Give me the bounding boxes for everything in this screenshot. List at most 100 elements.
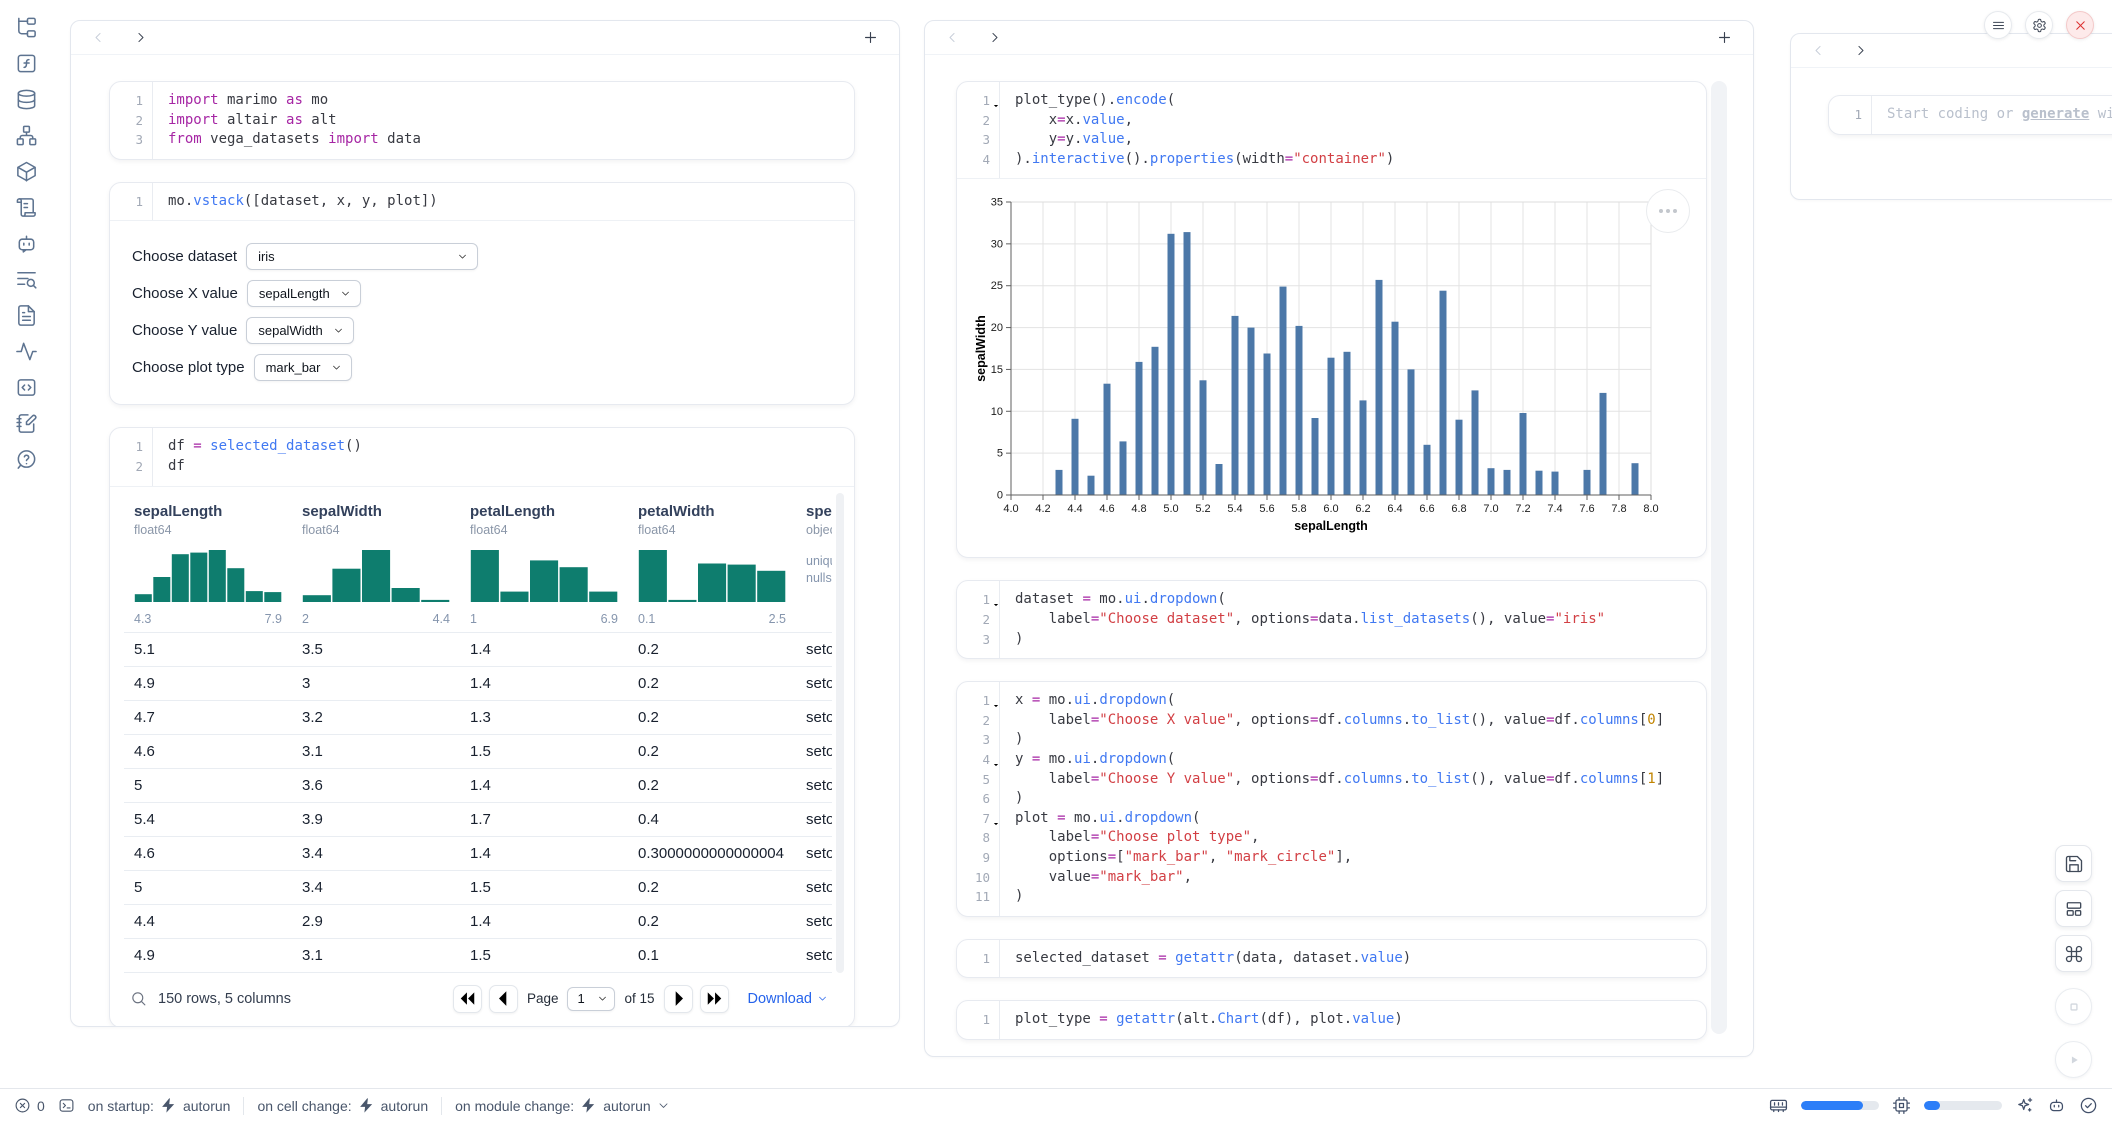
sidebar-tracing-button[interactable] xyxy=(15,340,38,363)
code-line: label="Choose X value", options=df.colum… xyxy=(999,711,1706,731)
column-name: petalWidth xyxy=(638,503,786,520)
generate-with-ai-link[interactable]: generate xyxy=(2022,106,2089,122)
sidebar-function-square-button[interactable] xyxy=(15,52,38,75)
sidebar-log-search-button[interactable] xyxy=(15,268,38,291)
choose-y-value-select[interactable]: sepalWidth xyxy=(246,317,353,344)
close-button[interactable] xyxy=(2066,11,2094,39)
save-button[interactable] xyxy=(2055,845,2092,882)
setting-value: autorun xyxy=(183,1098,230,1114)
copilot-button[interactable] xyxy=(2047,1096,2066,1115)
table-cell: 1.5 xyxy=(460,879,628,896)
sidebar-file-tree-button[interactable] xyxy=(15,16,38,39)
code-editor[interactable]: 1import marimo as mo2import altair as al… xyxy=(110,82,854,159)
runtime-setting-2[interactable]: on cell change:autorun xyxy=(257,1097,428,1114)
sidebar-dependency-graph-button[interactable] xyxy=(15,124,38,147)
code-editor[interactable]: 1plot_type = getattr(alt.Chart(df), plot… xyxy=(957,1001,1706,1039)
stop-button[interactable] xyxy=(2055,988,2092,1025)
chevron-down-icon xyxy=(457,251,468,262)
code-placeholder[interactable]: Start coding or generate with AI xyxy=(1871,105,2112,125)
sidebar-scratchpad-button[interactable] xyxy=(15,412,38,435)
download-button[interactable]: Download xyxy=(748,991,829,1007)
choose-plot-type-select[interactable]: mark_bar xyxy=(254,354,352,381)
code-editor[interactable]: 1df = selected_dataset()2df xyxy=(110,428,854,485)
page-select[interactable]: 1 xyxy=(567,987,615,1011)
choose-dataset-select[interactable]: iris xyxy=(246,243,478,270)
code-line: dataset = mo.ui.dropdown( xyxy=(999,590,1706,610)
table-cell: 1.5 xyxy=(460,743,628,760)
table-cell: setosa xyxy=(796,913,832,930)
svg-text:6.4: 6.4 xyxy=(1387,503,1402,515)
sidebar-help-button[interactable] xyxy=(15,448,38,471)
altair-chart-output[interactable]: 4.04.24.44.64.85.05.25.45.65.86.06.26.46… xyxy=(957,178,1706,557)
ram-usage-meter xyxy=(1801,1101,1879,1110)
runtime-setting-3[interactable]: on module change:autorun xyxy=(455,1097,670,1114)
prev-page-button[interactable] xyxy=(489,985,518,1013)
file-tree-icon xyxy=(15,16,38,39)
next-page-button[interactable] xyxy=(664,985,693,1013)
sidebar-package-button[interactable] xyxy=(15,160,38,183)
sidebar-chat-bot-button[interactable] xyxy=(15,232,38,255)
line-number: 1 xyxy=(957,1010,999,1030)
line-number: 3 xyxy=(957,730,999,750)
table-cell: setosa xyxy=(796,777,832,794)
terminal-button[interactable] xyxy=(58,1097,75,1114)
table-row: 4.73.21.30.2setosa xyxy=(124,700,832,734)
column-move-left-icon[interactable] xyxy=(1811,43,1826,58)
add-column-icon[interactable] xyxy=(862,29,879,46)
column-move-right-icon[interactable] xyxy=(1853,43,1868,58)
code-editor[interactable]: 1plot_type().encode(2 x=x.value,3 y=y.va… xyxy=(957,82,1706,178)
code-line: ) xyxy=(999,887,1706,907)
ai-assistant-button[interactable] xyxy=(2015,1096,2034,1115)
table-cell: 0.1 xyxy=(628,947,796,964)
code-editor[interactable]: 1x = mo.ui.dropdown(2 label="Choose X va… xyxy=(957,682,1706,916)
sidebar-documentation-button[interactable] xyxy=(15,304,38,327)
fold-chevron-icon[interactable] xyxy=(992,595,1000,603)
choose-x-value-select[interactable]: sepalLength xyxy=(247,280,361,307)
line-number: 2 xyxy=(957,111,999,131)
fold-chevron-icon[interactable] xyxy=(992,814,1000,822)
code-editor[interactable]: 1Start coding or generate with AI xyxy=(1829,96,2112,134)
code-editor[interactable]: 1dataset = mo.ui.dropdown(2 label="Choos… xyxy=(957,581,1706,658)
column-scrollbar[interactable] xyxy=(1711,81,1727,1034)
code-editor[interactable]: 1selected_dataset = getattr(data, datase… xyxy=(957,940,1706,978)
settings-button[interactable] xyxy=(2025,11,2053,39)
code-line: ) xyxy=(999,789,1706,809)
notebook-column-3: 1Start coding or generate with AI xyxy=(1790,33,2112,200)
svg-text:6.2: 6.2 xyxy=(1355,503,1370,515)
sidebar-database-button[interactable] xyxy=(15,88,38,111)
table-row: 5.43.91.70.4setosa xyxy=(124,802,832,836)
kernel-status-button[interactable] xyxy=(2079,1096,2098,1115)
layout-button[interactable] xyxy=(2055,890,2092,927)
selected-value: mark_bar xyxy=(266,360,321,375)
runtime-setting-1[interactable]: on startup:autorun xyxy=(88,1097,231,1114)
column-move-right-icon[interactable] xyxy=(987,30,1002,45)
column-move-right-icon[interactable] xyxy=(133,30,148,45)
svg-text:sepalLength: sepalLength xyxy=(1294,519,1368,533)
choose-x-value-row: Choose X valuesepalLength xyxy=(132,279,832,307)
run-button[interactable] xyxy=(2055,1041,2092,1078)
svg-text:6.6: 6.6 xyxy=(1419,503,1434,515)
table-cell: 5 xyxy=(124,777,292,794)
save-icon xyxy=(2064,854,2084,874)
command-palette-button[interactable] xyxy=(2055,935,2092,972)
chart-actions-button[interactable] xyxy=(1646,189,1690,233)
column-move-left-icon[interactable] xyxy=(91,30,106,45)
table-row: 4.931.40.2setosa xyxy=(124,666,832,700)
menu-button[interactable] xyxy=(1984,11,2012,39)
line-number: 2 xyxy=(110,457,152,477)
error-count-badge[interactable]: 0 xyxy=(14,1097,45,1114)
table-cell: 3.5 xyxy=(292,641,460,658)
fold-chevron-icon[interactable] xyxy=(992,96,1000,104)
fold-chevron-icon[interactable] xyxy=(992,696,1000,704)
table-scrollbar[interactable] xyxy=(836,493,844,973)
add-column-icon[interactable] xyxy=(1716,29,1733,46)
sidebar-script-scroll-button[interactable] xyxy=(15,196,38,219)
first-page-button[interactable] xyxy=(453,985,482,1013)
column-move-left-icon[interactable] xyxy=(945,30,960,45)
last-page-button[interactable] xyxy=(700,985,729,1013)
code-line: from vega_datasets import data xyxy=(152,130,854,150)
code-editor[interactable]: 1mo.vstack([dataset, x, y, plot]) xyxy=(110,183,854,221)
fold-chevron-icon[interactable] xyxy=(992,755,1000,763)
sidebar-snippets-button[interactable] xyxy=(15,376,38,399)
table-cell: setosa xyxy=(796,641,832,658)
